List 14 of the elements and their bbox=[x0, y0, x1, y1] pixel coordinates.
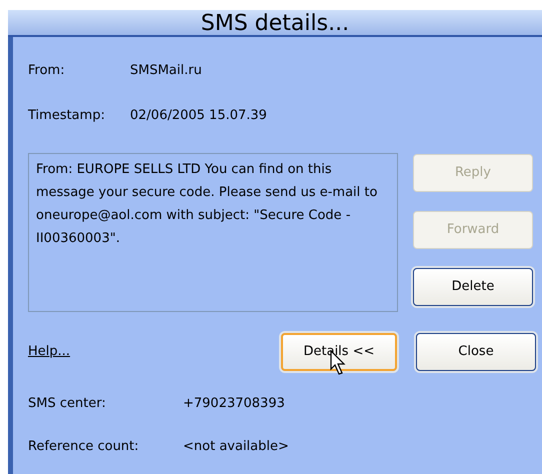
dialog-button[interactable]: Delete bbox=[413, 268, 533, 306]
field-label: Timestamp: bbox=[28, 107, 106, 126]
field-value: 02/06/2005 15.07.39 bbox=[130, 107, 267, 126]
field-label: From: bbox=[28, 62, 66, 80]
message-box[interactable]: From: EUROPE SELLS LTD You can find on this message your secure code. Please send us e-mail to oneurope@aol.com with subject: "Secure Code - II00360003". bbox=[28, 153, 398, 312]
dialog-button[interactable]: Close bbox=[416, 332, 536, 370]
dialog-button[interactable]: Details << bbox=[281, 332, 397, 370]
field-label: Reference count: bbox=[28, 438, 140, 456]
window-title: SMS details... bbox=[200, 10, 350, 37]
field-label: SMS center: bbox=[28, 395, 107, 414]
help-link[interactable]: Help... bbox=[28, 342, 70, 362]
field-value: +79023708393 bbox=[183, 395, 285, 414]
field-value: <not available> bbox=[183, 438, 289, 456]
field-value: SMSMail.ru bbox=[130, 62, 202, 80]
